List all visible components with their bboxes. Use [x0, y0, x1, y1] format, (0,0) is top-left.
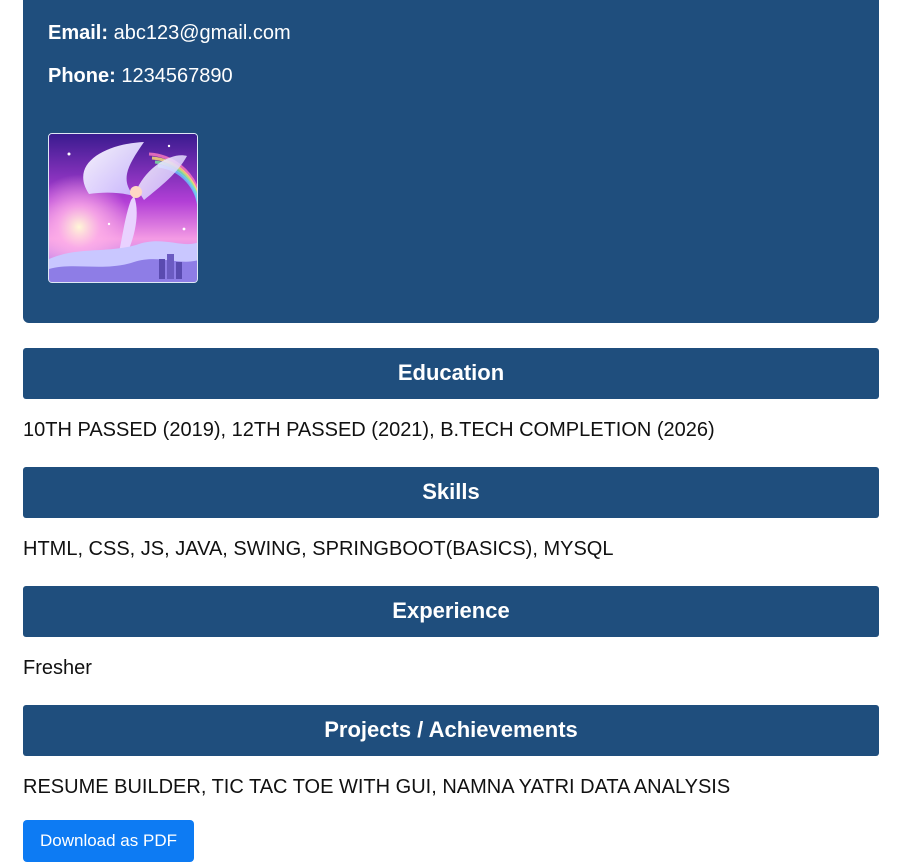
projects-header: Projects / Achievements	[23, 705, 879, 756]
education-header: Education	[23, 348, 879, 399]
email-label: Email:	[48, 22, 109, 44]
phone-label: Phone:	[48, 65, 116, 87]
download-pdf-button[interactable]: Download as PDF	[23, 820, 194, 862]
email-row: Email: abc123@gmail.com	[48, 21, 291, 45]
profile-card: Email: abc123@gmail.com Phone: 123456789…	[23, 0, 879, 323]
projects-text: RESUME BUILDER, TIC TAC TOE WITH GUI, NA…	[23, 776, 731, 798]
phone-row: Phone: 1234567890	[48, 64, 233, 88]
education-text: 10TH PASSED (2019), 12TH PASSED (2021), …	[23, 419, 715, 441]
skills-header: Skills	[23, 467, 879, 518]
email-value: abc123@gmail.com	[113, 22, 291, 44]
profile-photo	[48, 133, 198, 283]
skills-text: HTML, CSS, JS, JAVA, SWING, SPRINGBOOT(B…	[23, 538, 614, 560]
experience-text: Fresher	[23, 657, 92, 679]
experience-header: Experience	[23, 586, 879, 637]
phone-value: 1234567890	[121, 65, 233, 87]
